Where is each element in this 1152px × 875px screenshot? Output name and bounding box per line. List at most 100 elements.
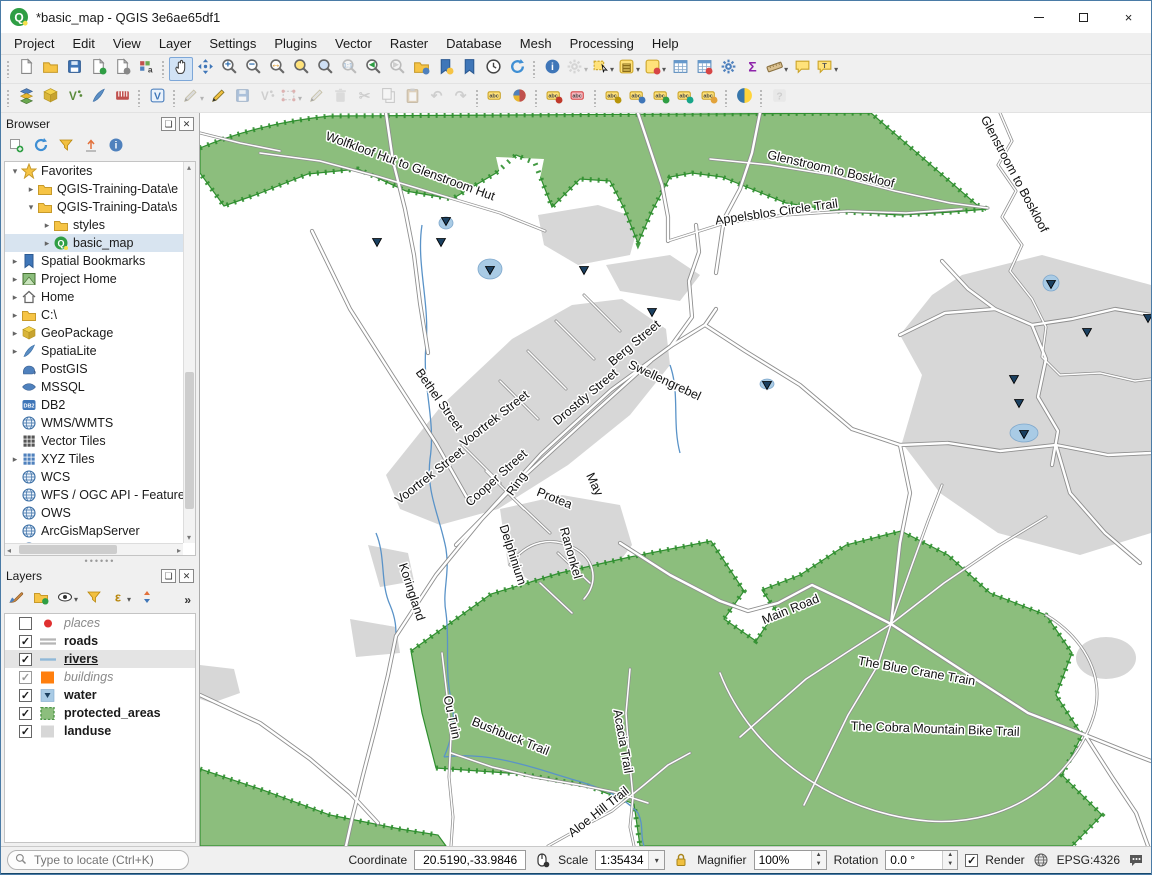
magnifier-down-icon[interactable]: ▼ — [812, 860, 826, 869]
show-statistics-button[interactable]: Σ — [740, 57, 764, 81]
lock-scale-icon[interactable] — [672, 851, 690, 869]
select-features-by-value-button[interactable]: ▤▾ — [616, 57, 642, 81]
menu-settings[interactable]: Settings — [200, 34, 265, 53]
rotation-spinbox[interactable]: ▲▼ — [885, 850, 958, 870]
zoom-to-layer-button[interactable] — [313, 57, 337, 81]
dropdown-arrow-icon[interactable]: ▾ — [636, 65, 640, 74]
menu-raster[interactable]: Raster — [381, 34, 437, 53]
zoom-full-button[interactable]: ↔ — [265, 57, 289, 81]
map-canvas[interactable]: Wolfkloof Hut to Glenstroom HutGlenstroo… — [200, 113, 1151, 846]
expander-icon[interactable]: ▸ — [41, 238, 53, 249]
select-features-button[interactable]: ▾ — [590, 57, 616, 81]
expander-icon[interactable]: ▸ — [9, 292, 21, 303]
rotation-up-icon[interactable]: ▲ — [943, 851, 957, 860]
pan-map-button[interactable] — [169, 57, 193, 81]
rotate-label-button[interactable]: abc — [673, 86, 697, 110]
identify-features-button[interactable]: i — [540, 57, 564, 81]
toolbar-grip[interactable] — [6, 89, 11, 107]
menu-processing[interactable]: Processing — [561, 34, 643, 53]
menu-view[interactable]: View — [104, 34, 150, 53]
browser-item-wcs[interactable]: WCS — [5, 468, 183, 486]
browser-item-mssql[interactable]: MSSQL — [5, 378, 183, 396]
layers-float-button[interactable]: ❏ — [161, 569, 176, 583]
new-virtual-layer-button[interactable]: V — [145, 86, 169, 110]
toolbar-grip[interactable] — [724, 89, 729, 107]
dropdown-arrow-icon[interactable]: ▾ — [662, 65, 666, 74]
toolbar-grip[interactable] — [759, 89, 764, 107]
menu-database[interactable]: Database — [437, 34, 511, 53]
expander-icon[interactable]: ▸ — [41, 220, 53, 231]
show-hide-labels-button[interactable]: abc — [625, 86, 649, 110]
browser-item-ows[interactable]: OWS — [5, 504, 183, 522]
browser-item-geopackage[interactable]: ▸GeoPackage — [5, 324, 183, 342]
menu-vector[interactable]: Vector — [326, 34, 381, 53]
render-checkbox[interactable]: ✓ — [965, 854, 978, 867]
browser-item-vector-tiles[interactable]: Vector Tiles — [5, 432, 183, 450]
menu-plugins[interactable]: Plugins — [265, 34, 326, 53]
browser-close-button[interactable]: ✕ — [179, 117, 194, 131]
toolbar-grip[interactable] — [532, 60, 537, 78]
refresh-map-button[interactable] — [505, 57, 529, 81]
open-attribute-table-button[interactable] — [668, 57, 692, 81]
browser-item-project-home[interactable]: ▸Project Home — [5, 270, 183, 288]
processing-toolbox-button[interactable] — [716, 57, 740, 81]
browser-vertical-scrollbar[interactable]: ▴ ▾ — [183, 162, 195, 543]
layer-item-water[interactable]: ✓water — [5, 686, 195, 704]
layer-checkbox-rivers[interactable]: ✓ — [19, 653, 32, 666]
layer-checkbox-protected_areas[interactable]: ✓ — [19, 707, 32, 720]
show-properties-widget-button[interactable]: i — [105, 137, 127, 159]
browser-item-xyz-tiles[interactable]: ▸XYZ Tiles — [5, 450, 183, 468]
collapse-all-layers-button[interactable] — [136, 589, 158, 611]
zoom-last-button[interactable]: ◂ — [361, 57, 385, 81]
expander-icon[interactable]: ▾ — [25, 202, 37, 213]
toolbar-grip[interactable] — [593, 89, 598, 107]
browser-item-spatialite[interactable]: ▸SpatiaLite — [5, 342, 183, 360]
coordinate-input[interactable] — [414, 850, 526, 870]
browser-item-wfs-ogc-api-feature[interactable]: WFS / OGC API - Feature — [5, 486, 183, 504]
expander-icon[interactable]: ▸ — [9, 328, 21, 339]
new-geopackage-layer-button[interactable] — [38, 86, 62, 110]
browser-item-home[interactable]: ▸Home — [5, 288, 183, 306]
browser-item-postgis[interactable]: PostGIS — [5, 360, 183, 378]
browser-item-qgis-training-data-e[interactable]: ▸QGIS-Training-Data\e — [5, 180, 183, 198]
pan-to-selection-button[interactable] — [193, 57, 217, 81]
browser-item-qgis-training-data-s[interactable]: ▾QGIS-Training-Data\s — [5, 198, 183, 216]
scale-input[interactable] — [596, 853, 648, 867]
field-calculator-button[interactable] — [692, 57, 716, 81]
open-project-button[interactable] — [38, 57, 62, 81]
open-data-source-manager-button[interactable] — [14, 86, 38, 110]
toolbar-grip[interactable] — [534, 89, 539, 107]
browser-item-spatial-bookmarks[interactable]: ▸Spatial Bookmarks — [5, 252, 183, 270]
rotation-down-icon[interactable]: ▼ — [943, 860, 957, 869]
layer-checkbox-water[interactable]: ✓ — [19, 689, 32, 702]
new-spatialite-layer-button[interactable] — [86, 86, 110, 110]
filter-browser-button[interactable] — [55, 137, 77, 159]
layer-item-landuse[interactable]: ✓landuse — [5, 722, 195, 740]
zoom-to-selection-button[interactable] — [289, 57, 313, 81]
layers-close-button[interactable]: ✕ — [179, 569, 194, 583]
text-annotation-button[interactable]: T▾ — [814, 57, 840, 81]
show-layout-manager-button[interactable] — [110, 57, 134, 81]
python-console-button[interactable] — [732, 86, 756, 110]
browser-float-button[interactable]: ❏ — [161, 117, 176, 131]
dropdown-arrow-icon[interactable]: ▾ — [74, 595, 78, 604]
add-selected-layers-button[interactable] — [5, 137, 27, 159]
minimize-button[interactable] — [1016, 1, 1061, 33]
highlight-pinned-labels-button[interactable]: abc — [566, 86, 590, 110]
layer-item-places[interactable]: places — [5, 614, 195, 632]
save-project-button[interactable] — [62, 57, 86, 81]
menu-mesh[interactable]: Mesh — [511, 34, 561, 53]
show-bookmark-manager-button[interactable] — [457, 57, 481, 81]
layer-checkbox-roads[interactable]: ✓ — [19, 635, 32, 648]
collapse-all-button[interactable] — [80, 137, 102, 159]
menu-edit[interactable]: Edit — [63, 34, 103, 53]
browser-item-arcgismapserver[interactable]: ArcGisMapServer — [5, 522, 183, 540]
crs-status[interactable]: EPSG:4326 — [1057, 853, 1120, 867]
layers-toolbar-overflow-button[interactable]: » — [180, 593, 195, 607]
browser-horizontal-scrollbar[interactable]: ◂ ▸ — [5, 543, 183, 555]
expander-icon[interactable]: ▸ — [9, 256, 21, 267]
toggle-editing-button[interactable] — [206, 86, 230, 110]
edit-label-properties-button[interactable]: abc — [697, 86, 721, 110]
layer-diagram-options-button[interactable] — [507, 86, 531, 110]
temporal-controller-button[interactable] — [481, 57, 505, 81]
